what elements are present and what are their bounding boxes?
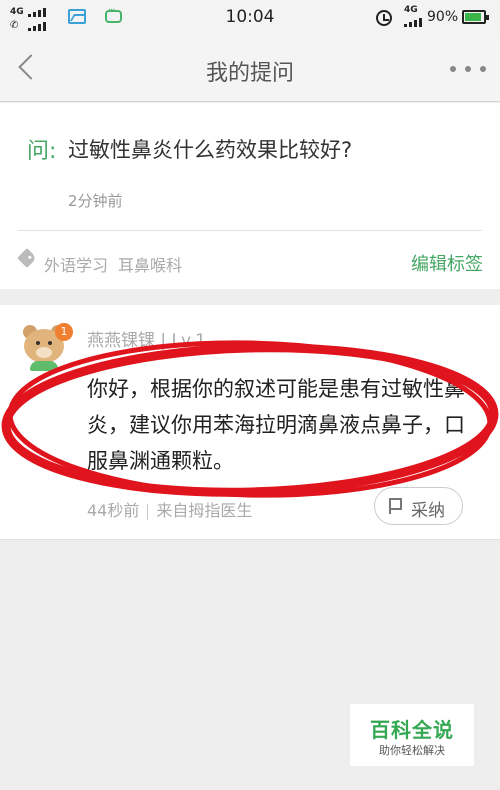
watermark-subtitle: 助你轻松解决 (379, 744, 445, 757)
question-time: 2分钟前 (68, 192, 123, 210)
answer-meta: 44秒前 来自拇指医生 (87, 497, 252, 521)
question-title: 过敏性鼻炎什么药效果比较好? (68, 138, 353, 162)
adopt-button[interactable]: 采纳 (374, 487, 463, 525)
question-prefix: 问: (27, 139, 57, 164)
question-card: 问: 过敏性鼻炎什么药效果比较好? 2分钟前 外语学习 耳鼻喉科 编辑标签 (0, 103, 500, 289)
answer-source: 来自拇指医生 (156, 501, 253, 520)
divider (18, 230, 482, 231)
battery-icon (462, 10, 489, 24)
watermark-title: 百科全说 (370, 718, 454, 742)
question-tags: 外语学习 耳鼻喉科 (44, 252, 182, 276)
status-bar: 4G ✆ 10:04 4G 90% (0, 0, 500, 36)
signal-bars-icon (404, 17, 424, 27)
adopt-label: 采纳 (411, 501, 445, 521)
answer-time: 44秒前 (87, 501, 140, 520)
answer-card: 1 燕燕锞锞 | Lv.1 你好，根据你的叙述可能是患有过敏性鼻炎，建议你用苯海… (0, 305, 500, 540)
clock: 10:04 (225, 7, 275, 27)
notification-badge: 1 (55, 323, 73, 341)
tag-icon (17, 248, 37, 268)
divider (147, 503, 149, 520)
edit-tags-link[interactable]: 编辑标签 (411, 250, 483, 276)
answer-text: 你好，根据你的叙述可能是患有过敏性鼻炎，建议你用苯海拉明滴鼻液点鼻子，口服鼻渊通… (87, 377, 465, 473)
more-dots-icon[interactable] (448, 64, 488, 74)
page-title: 我的提问 (205, 61, 294, 86)
flag-icon (389, 498, 402, 514)
battery-percent: 90% (427, 9, 459, 25)
network-type: 4G (404, 5, 418, 15)
nav-bar: 我的提问 (0, 36, 500, 102)
alarm-icon (376, 10, 392, 26)
tag-item[interactable]: 耳鼻喉科 (118, 256, 182, 275)
watermark-logo: 百科全说 助你轻松解决 (350, 704, 474, 766)
tag-item[interactable]: 外语学习 (44, 256, 108, 275)
answerer-name[interactable]: 燕燕锞锞 | Lv.1 (87, 326, 206, 351)
